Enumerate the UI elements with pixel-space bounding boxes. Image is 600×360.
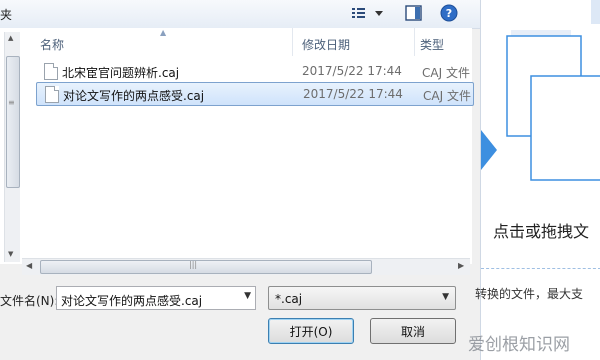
view-options-button[interactable] [350, 4, 388, 22]
chevron-down-icon[interactable]: ▼ [442, 292, 449, 302]
dialog-toolbar: 夹 ? [0, 0, 480, 29]
filetype-select[interactable]: *.caj ▼ [268, 286, 456, 310]
navigation-pane: ▲ ≡ ▼ [0, 28, 20, 264]
watermark: 爱创根知识网 [468, 335, 570, 355]
horizontal-scroll-thumb[interactable] [40, 260, 372, 274]
scroll-right-arrow-icon[interactable]: ▶ [458, 261, 464, 270]
cancel-button[interactable]: 取消 [370, 318, 456, 344]
scroll-grip-icon: ≡ [8, 98, 15, 107]
sort-ascending-icon: ▲ [160, 28, 167, 37]
upload-hint: 转换的文件，最大支 [475, 287, 584, 301]
scroll-left-arrow-icon[interactable]: ◀ [26, 261, 32, 270]
preview-pane-button[interactable] [402, 4, 426, 22]
filename-label: 文件名(N): [0, 294, 59, 308]
scroll-up-arrow-icon[interactable]: ▲ [8, 34, 13, 42]
file-icon [44, 63, 58, 80]
svg-text:?: ? [446, 7, 452, 20]
column-date[interactable]: 修改日期 [302, 36, 350, 53]
view-options-icon [352, 8, 383, 18]
column-divider[interactable] [292, 28, 293, 56]
scroll-down-arrow-icon[interactable]: ▼ [8, 250, 13, 258]
file-date: 2017/5/22 17:44 [303, 87, 403, 101]
filename-input[interactable]: 对论文写作的两点感受.caj ▼ [56, 286, 256, 310]
breadcrumb[interactable]: 夹 [0, 6, 12, 23]
help-button[interactable]: ? [438, 4, 460, 22]
column-header: ▲ 名称 修改日期 类型 [20, 28, 472, 56]
filetype-value: *.caj [275, 292, 303, 306]
scroll-grip-icon: ||| [189, 260, 198, 269]
nav-vertical-scrollbar[interactable]: ▲ ≡ ▼ [4, 32, 20, 262]
upload-panel[interactable]: 点击或拖拽文 转换的文件，最大支 [475, 0, 600, 360]
column-divider[interactable] [414, 28, 415, 56]
upload-prompt: 点击或拖拽文 [493, 222, 590, 241]
horizontal-scrollbar[interactable]: ◀ ||| ▶ [22, 258, 470, 275]
file-date: 2017/5/22 17:44 [302, 64, 402, 78]
file-type: CAJ 文件 [422, 66, 470, 80]
file-icon [45, 86, 59, 103]
nav-scroll-thumb[interactable] [6, 56, 20, 188]
help-icon: ? [440, 4, 458, 22]
upload-illustration-icon [481, 0, 600, 181]
dashed-divider [481, 268, 600, 269]
file-row-selected[interactable]: 对论文写作的两点感受.caj 2017/5/22 17:44 CAJ 文件 [36, 82, 474, 106]
chevron-down-icon[interactable]: ▼ [244, 291, 251, 301]
open-file-dialog: 夹 ? ▲ ≡ ▼ ▲ 名称 修改日期 类型 北宋宦官问题辨析.caj 2017… [0, 0, 480, 360]
column-type[interactable]: 类型 [420, 36, 444, 53]
file-name: 对论文写作的两点感受.caj [63, 89, 205, 103]
open-button[interactable]: 打开(O) [268, 318, 354, 344]
filename-value: 对论文写作的两点感受.caj [61, 294, 203, 308]
file-list-area: ▲ ≡ ▼ ▲ 名称 修改日期 类型 北宋宦官问题辨析.caj 2017/5/2… [0, 28, 474, 264]
preview-pane-icon [405, 5, 422, 21]
file-name: 北宋宦官问题辨析.caj [62, 66, 180, 80]
file-type: CAJ 文件 [423, 89, 471, 103]
column-name[interactable]: 名称 [40, 36, 64, 53]
file-row[interactable]: 北宋宦官问题辨析.caj 2017/5/22 17:44 CAJ 文件 [36, 60, 472, 82]
